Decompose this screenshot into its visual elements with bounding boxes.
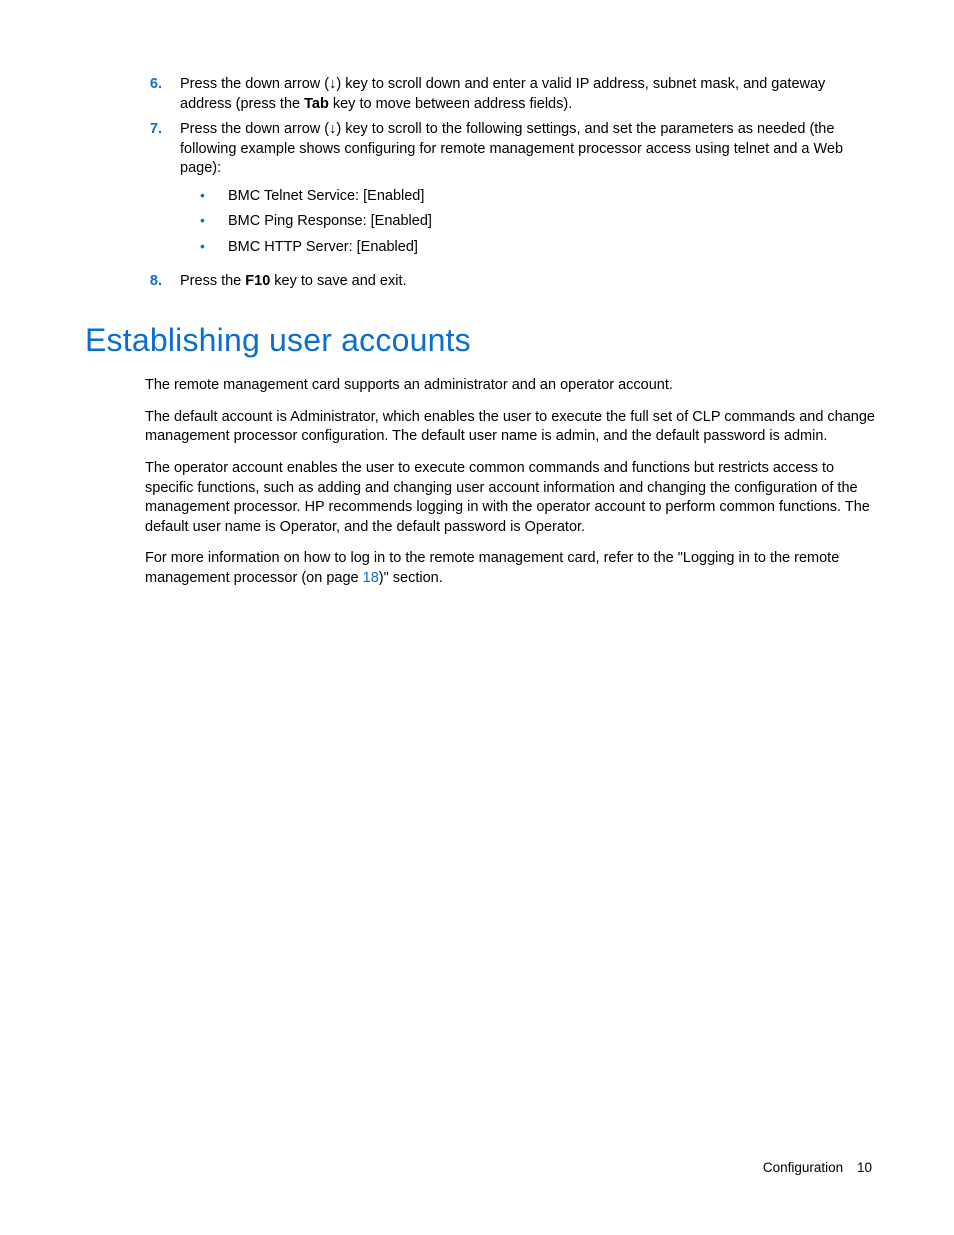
step-body: Press the F10 key to save and exit. [180,272,875,292]
paragraph: For more information on how to log in to… [145,549,875,588]
footer-section: Configuration [763,1160,843,1175]
step-number: 6. [85,75,180,95]
key-label: F10 [245,273,270,289]
step-body: Press the down arrow (↓) key to scroll d… [180,75,875,114]
bullet-icon: • [200,238,228,255]
step-8: 8. Press the F10 key to save and exit. [85,272,875,292]
section-heading: Establishing user accounts [85,319,875,362]
step-number: 7. [85,120,180,140]
bullet-list: • BMC Telnet Service: [Enabled] • BMC Pi… [180,187,875,258]
step-number: 8. [85,272,180,292]
section-body: The remote management card supports an a… [145,376,875,588]
bullet-text: BMC Telnet Service: [Enabled] [228,187,875,207]
text: For more information on how to log in to… [145,550,839,586]
step-7: 7. Press the down arrow (↓) key to scrol… [85,120,875,265]
page-footer: Configuration 10 [763,1159,872,1177]
key-label: Tab [304,96,329,112]
bullet-item: • BMC HTTP Server: [Enabled] [200,238,875,258]
footer-page-number: 10 [857,1160,872,1175]
bullet-text: BMC Ping Response: [Enabled] [228,212,875,232]
text: key to save and exit. [270,273,406,289]
paragraph: The default account is Administrator, wh… [145,408,875,447]
text: Press the [180,273,245,289]
bullet-icon: • [200,187,228,204]
page-ref-link[interactable]: 18 [363,570,379,586]
bullet-item: • BMC Ping Response: [Enabled] [200,212,875,232]
text: Press the down arrow (↓) key to scroll t… [180,121,843,176]
paragraph: The remote management card supports an a… [145,376,875,396]
numbered-steps: 6. Press the down arrow (↓) key to scrol… [85,75,875,291]
text: )" section. [379,570,443,586]
bullet-icon: • [200,212,228,229]
bullet-text: BMC HTTP Server: [Enabled] [228,238,875,258]
step-body: Press the down arrow (↓) key to scroll t… [180,120,875,265]
text: key to move between address fields). [329,96,572,112]
paragraph: The operator account enables the user to… [145,459,875,537]
step-6: 6. Press the down arrow (↓) key to scrol… [85,75,875,114]
page-content: 6. Press the down arrow (↓) key to scrol… [85,75,875,600]
bullet-item: • BMC Telnet Service: [Enabled] [200,187,875,207]
